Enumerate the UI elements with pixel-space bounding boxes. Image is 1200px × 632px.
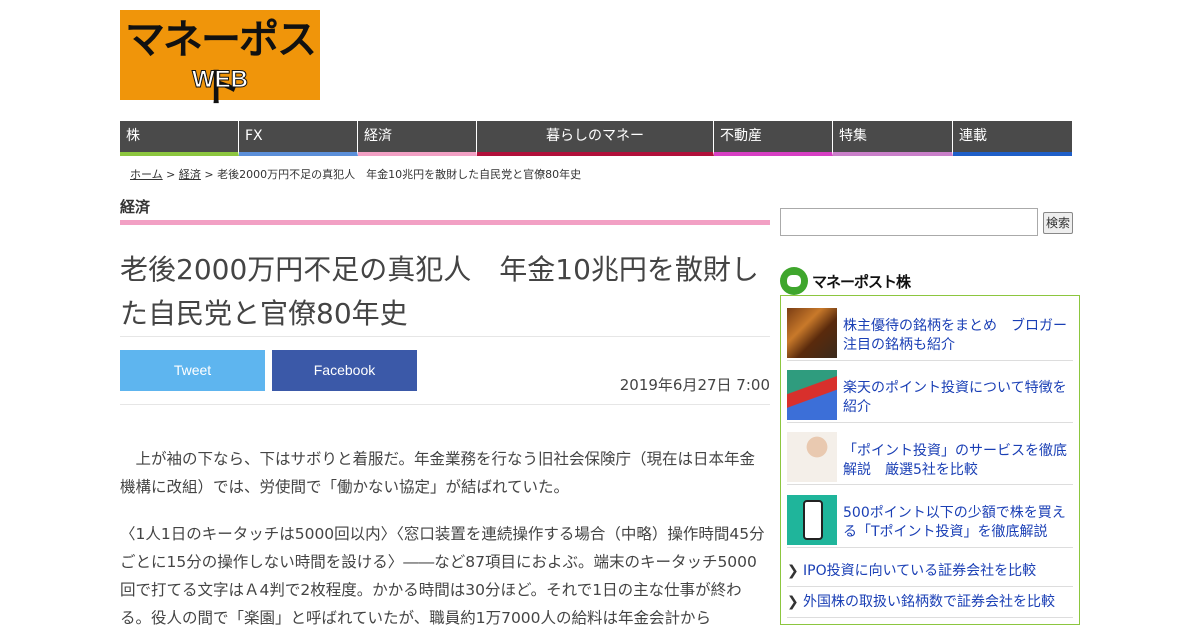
logo-subtext: WEB	[192, 66, 249, 93]
chevron-right-icon: ❯	[787, 563, 799, 579]
nav-item-real-estate[interactable]: 不動産	[714, 121, 833, 156]
moneypost-kabu-logo[interactable]: マネーポスト株	[780, 267, 911, 295]
sidebar-article[interactable]: 株主優待の銘柄をまとめ ブロガー注目の銘柄も紹介	[787, 308, 1073, 361]
tweet-button[interactable]: Tweet	[120, 350, 265, 391]
breadcrumb: ホーム > 経済 > 老後2000万円不足の真犯人 年金10兆円を散財した自民党…	[130, 166, 581, 182]
divider	[120, 404, 770, 405]
breadcrumb-current: 老後2000万円不足の真犯人 年金10兆円を散財した自民党と官僚80年史	[217, 168, 582, 181]
nav-item-stocks[interactable]: 株	[120, 121, 239, 156]
point-card-photo	[787, 370, 837, 420]
smartphone-photo	[787, 495, 837, 545]
divider	[120, 336, 770, 337]
search-input[interactable]	[780, 208, 1038, 236]
sidebar-article[interactable]: 500ポイント以下の少額で株を買える「Tポイント投資」を徹底解説	[787, 495, 1073, 548]
breadcrumb-separator: >	[200, 168, 218, 181]
sidebar-article-title: 楽天のポイント投資について特徴を紹介	[843, 380, 1067, 415]
sidebar-article-title: 500ポイント以下の少額で株を買える「Tポイント投資」を徹底解説	[843, 505, 1066, 540]
sidebar-link-label: IPO投資に向いている証券会社を比較	[803, 563, 1037, 579]
woman-photo	[787, 432, 837, 482]
sidebar-article-title: 「ポイント投資」のサービスを徹底解説 厳選5社を比較	[843, 443, 1067, 478]
sidebar-article-list: 株主優待の銘柄をまとめ ブロガー注目の銘柄も紹介 楽天のポイント投資について特徴…	[780, 295, 1080, 625]
sidebar-link[interactable]: ❯ 外国株の取扱い銘柄数で証券会社を比較	[787, 587, 1073, 618]
breadcrumb-category-link[interactable]: 経済	[179, 168, 201, 181]
section-label: 経済	[120, 198, 151, 216]
facebook-share-button[interactable]: Facebook	[272, 350, 417, 391]
sidebar-article[interactable]: 楽天のポイント投資について特徴を紹介	[787, 370, 1073, 423]
logo-text: マネーポスト	[125, 17, 317, 111]
sidebar-link-label: 外国株の取扱い銘柄数で証券会社を比較	[803, 594, 1055, 610]
publish-date: 2019年6月27日 7:00	[619, 376, 770, 394]
breadcrumb-separator: >	[162, 168, 179, 181]
site-logo[interactable]: マネーポスト WEB	[120, 10, 320, 111]
piggy-bank-icon	[780, 267, 808, 295]
smartphone-icon	[803, 500, 823, 540]
main-nav: 株 FX 経済 暮らしのマネー 不動産 特集 連載	[120, 121, 1072, 156]
article-paragraph: 〈1人1日のキータッチは5000回以内〉〈窓口装置を連続操作する場合（中略）操作…	[120, 525, 765, 627]
sidebar-link[interactable]: ❯ IPO投資に向いている証券会社を比較	[787, 556, 1073, 587]
sidebar-brand-text: マネーポスト株	[812, 272, 911, 291]
search-button[interactable]: 検索	[1043, 212, 1073, 234]
nav-item-living-money[interactable]: 暮らしのマネー	[477, 121, 714, 156]
sidebar-article-title: 株主優待の銘柄をまとめ ブロガー注目の銘柄も紹介	[843, 318, 1067, 353]
section-divider	[120, 220, 770, 225]
nav-item-fx[interactable]: FX	[239, 121, 358, 156]
chevron-right-icon: ❯	[787, 594, 799, 610]
nav-item-economy[interactable]: 経済	[358, 121, 477, 156]
nav-item-series[interactable]: 連載	[953, 121, 1072, 156]
nav-item-features[interactable]: 特集	[833, 121, 953, 156]
article-headline: 老後2000万円不足の真犯人 年金10兆円を散財した自民党と官僚80年史	[120, 253, 759, 330]
breadcrumb-home-link[interactable]: ホーム	[130, 168, 163, 181]
food-photo	[787, 308, 837, 358]
sidebar-article[interactable]: 「ポイント投資」のサービスを徹底解説 厳選5社を比較	[787, 432, 1073, 485]
article-paragraph: 上が袖の下なら、下はサボりと着服だ。年金業務を行なう旧社会保険庁（現在は日本年金…	[120, 450, 756, 496]
